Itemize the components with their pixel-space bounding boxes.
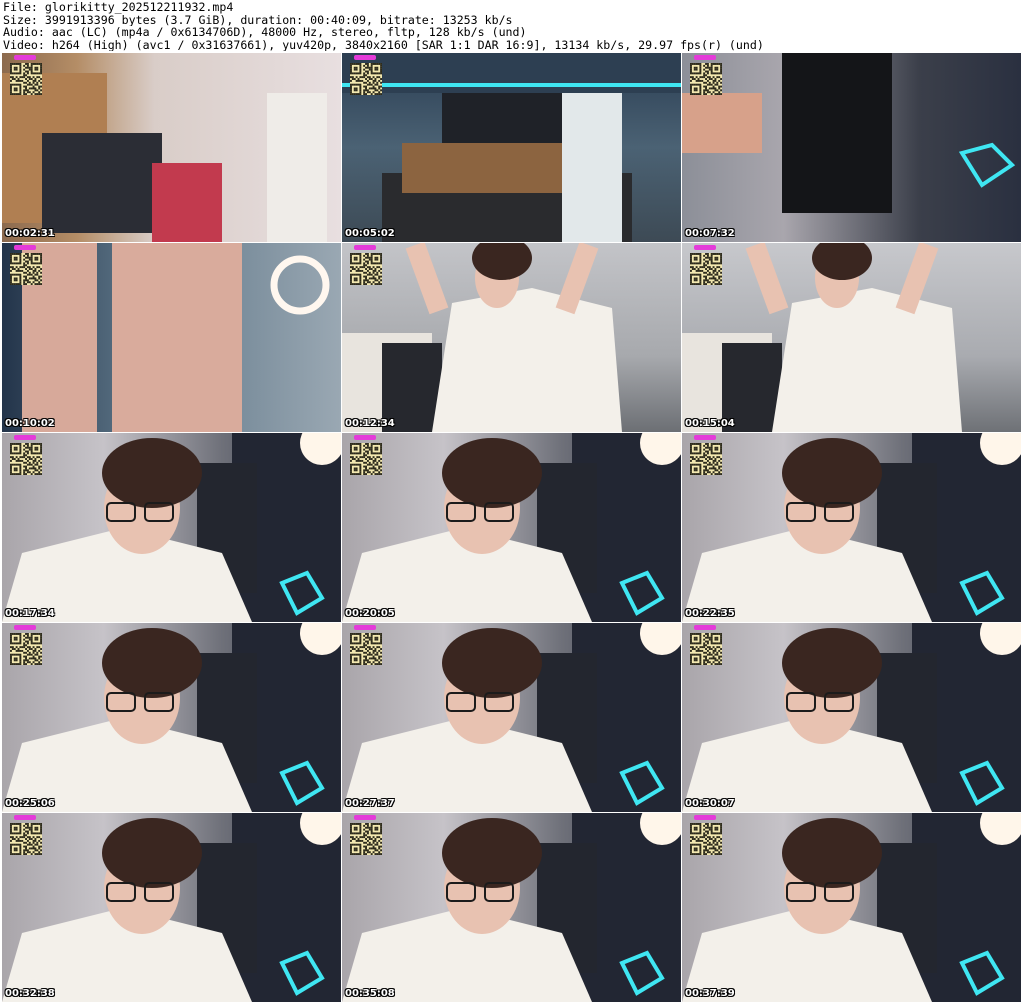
thumbnail-timestamp: 00:02:31 <box>5 228 55 239</box>
watermark-tag <box>354 55 376 60</box>
qr-code-icon <box>350 823 382 855</box>
thumbnail-timestamp: 00:30:07 <box>685 798 735 809</box>
qr-code-icon <box>10 63 42 95</box>
thumbnail-scene <box>342 813 681 1002</box>
thumbnail-scene <box>2 813 341 1002</box>
qr-code-icon <box>350 443 382 475</box>
video-thumbnail[interactable]: 00:15:04 <box>682 243 1021 432</box>
watermark-tag <box>14 815 36 820</box>
video-thumbnail[interactable]: 00:30:07 <box>682 623 1021 812</box>
thumbnail-grid: 00:02:31 00:05:02 00:07:32 00:10:02 00:12:34… <box>2 53 1022 1003</box>
watermark-tag <box>694 245 716 250</box>
watermark-tag <box>694 435 716 440</box>
file-size-line: Size: 3991913396 bytes (3.7 GiB), durati… <box>3 13 513 27</box>
thumbnail-scene <box>682 623 1021 812</box>
qr-code-icon <box>10 823 42 855</box>
qr-code-icon <box>690 633 722 665</box>
thumbnail-scene <box>22 243 330 432</box>
video-thumbnail[interactable]: 00:35:08 <box>342 813 681 1002</box>
qr-code-icon <box>10 443 42 475</box>
thumbnail-scene <box>342 53 681 242</box>
audio-info-line: Audio: aac (LC) (mp4a / 0x6134706D), 480… <box>3 26 527 39</box>
video-thumbnail[interactable]: 00:25:06 <box>2 623 341 812</box>
video-thumbnail[interactable]: 00:07:32 <box>682 53 1021 242</box>
file-name-line: File: glorikitty_202512211932.mp4 <box>3 1 234 14</box>
thumbnail-timestamp: 00:37:39 <box>685 988 735 999</box>
qr-code-icon <box>690 823 722 855</box>
thumbnail-scene <box>2 433 341 622</box>
qr-code-icon <box>10 253 42 285</box>
qr-code-icon <box>690 443 722 475</box>
watermark-tag <box>354 625 376 630</box>
video-info-line: Video: h264 (High) (avc1 / 0x31637661), … <box>3 38 764 52</box>
video-thumbnail[interactable]: 00:27:37 <box>342 623 681 812</box>
file-info-header: File: glorikitty_202512211932.mp4 Size: … <box>3 1 1021 53</box>
video-thumbnail[interactable]: 00:17:34 <box>2 433 341 622</box>
video-thumbnail[interactable]: 00:05:02 <box>342 53 681 242</box>
watermark-tag <box>14 435 36 440</box>
thumbnail-scene <box>682 53 1016 213</box>
thumbnail-scene <box>2 73 327 242</box>
thumbnail-timestamp: 00:35:08 <box>345 988 395 999</box>
watermark-tag <box>354 435 376 440</box>
qr-code-icon <box>350 633 382 665</box>
watermark-tag <box>14 625 36 630</box>
video-thumbnail[interactable]: 00:02:31 <box>2 53 341 242</box>
thumbnail-scene <box>682 433 1021 622</box>
qr-code-icon <box>350 63 382 95</box>
thumbnail-timestamp: 00:05:02 <box>345 228 395 239</box>
watermark-tag <box>354 245 376 250</box>
thumbnail-scene <box>682 243 962 432</box>
watermark-tag <box>14 55 36 60</box>
thumbnail-timestamp: 00:17:34 <box>5 608 55 619</box>
qr-code-icon <box>690 63 722 95</box>
video-thumbnail[interactable]: 00:32:38 <box>2 813 341 1002</box>
qr-code-icon <box>350 253 382 285</box>
video-thumbnail[interactable]: 00:10:02 <box>2 243 341 432</box>
thumbnail-scene <box>342 623 681 812</box>
thumbnail-timestamp: 00:20:05 <box>345 608 395 619</box>
qr-code-icon <box>690 253 722 285</box>
thumbnail-timestamp: 00:07:32 <box>685 228 735 239</box>
watermark-tag <box>694 815 716 820</box>
video-thumbnail[interactable]: 00:22:35 <box>682 433 1021 622</box>
video-thumbnail[interactable]: 00:20:05 <box>342 433 681 622</box>
qr-code-icon <box>10 633 42 665</box>
thumbnail-timestamp: 00:22:35 <box>685 608 735 619</box>
watermark-tag <box>694 55 716 60</box>
thumbnail-scene <box>2 623 341 812</box>
video-thumbnail[interactable]: 00:12:34 <box>342 243 681 432</box>
thumbnail-timestamp: 00:12:34 <box>345 418 395 429</box>
thumbnail-timestamp: 00:27:37 <box>345 798 395 809</box>
thumbnail-timestamp: 00:10:02 <box>5 418 55 429</box>
thumbnail-scene <box>342 433 681 622</box>
thumbnail-scene <box>682 813 1021 1002</box>
thumbnail-scene <box>342 243 622 432</box>
thumbnail-timestamp: 00:32:38 <box>5 988 55 999</box>
thumbnail-timestamp: 00:15:04 <box>685 418 735 429</box>
watermark-tag <box>354 815 376 820</box>
watermark-tag <box>14 245 36 250</box>
thumbnail-timestamp: 00:25:06 <box>5 798 55 809</box>
watermark-tag <box>694 625 716 630</box>
video-thumbnail[interactable]: 00:37:39 <box>682 813 1021 1002</box>
